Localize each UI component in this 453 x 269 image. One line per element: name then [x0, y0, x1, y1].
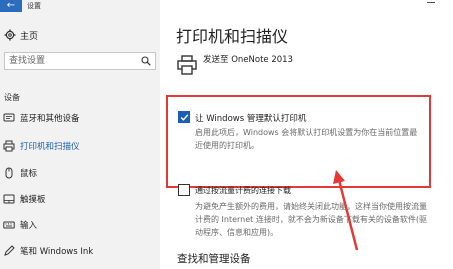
sidebar: ← 设置 主页 设备 蓝牙和其他设备	[0, 0, 160, 269]
sidebar-item-label: 笔和 Windows Ink	[20, 247, 94, 257]
sidebar-item-touchpad[interactable]: 触摸板	[0, 189, 160, 209]
sidebar-item-label: 鼠标	[20, 169, 38, 179]
sidebar-item-printers[interactable]: 打印机和扫描仪	[0, 136, 160, 156]
pen-icon	[4, 245, 15, 256]
sidebar-item-bluetooth[interactable]: 蓝牙和其他设备	[0, 108, 160, 128]
sidebar-item-label: 主页	[20, 32, 39, 42]
printer-icon	[177, 55, 197, 75]
sidebar-item-label: 蓝牙和其他设备	[20, 114, 80, 124]
default-printer-checkbox[interactable]	[178, 111, 190, 123]
search-icon[interactable]	[141, 56, 151, 66]
printer-list-item[interactable]: 发送至 OneNote 2013	[203, 53, 293, 65]
bluetooth-icon	[3, 113, 15, 122]
sidebar-item-mouse[interactable]: 鼠标	[0, 163, 160, 183]
metered-download-description: 为避免产生额外的费用，请始终关闭此功能，这样当你使用按流量计费的 Interne…	[195, 202, 427, 237]
default-printer-description: 启用此项后，Windows 会将默认打印机设置为你在当前位置最近使用的打印机。	[195, 128, 418, 150]
page-title: 打印机和扫描仪	[176, 27, 289, 46]
minimize-button[interactable]	[427, 2, 435, 3]
mouse-icon	[5, 167, 13, 179]
keyboard-icon	[3, 221, 15, 229]
section-label: 设备	[4, 93, 20, 102]
gear-icon	[4, 29, 16, 41]
sidebar-item-pen[interactable]: 笔和 Windows Ink	[0, 241, 160, 261]
window-title: 设置	[27, 2, 41, 10]
touchpad-icon	[3, 194, 15, 204]
sidebar-item-label: 输入	[20, 221, 38, 231]
metered-download-checkbox[interactable]	[178, 184, 190, 196]
printer-icon	[3, 140, 15, 152]
search-box[interactable]	[4, 52, 156, 70]
title-bar: ← 设置	[0, 0, 160, 14]
sidebar-item-label: 打印机和扫描仪	[20, 142, 80, 152]
metered-download-label[interactable]: 通过按流量计费的连接下载	[195, 185, 291, 196]
sidebar-item-home[interactable]: 主页	[0, 26, 160, 44]
default-printer-label[interactable]: 让 Windows 管理默认打印机	[195, 112, 306, 124]
back-button[interactable]: ←	[0, 0, 22, 12]
checkmark-icon	[180, 113, 188, 121]
section-title: 查找和管理设备	[177, 253, 251, 265]
sidebar-item-typing[interactable]: 输入	[0, 215, 160, 235]
search-input[interactable]	[5, 53, 135, 69]
sidebar-item-label: 触摸板	[20, 195, 46, 205]
